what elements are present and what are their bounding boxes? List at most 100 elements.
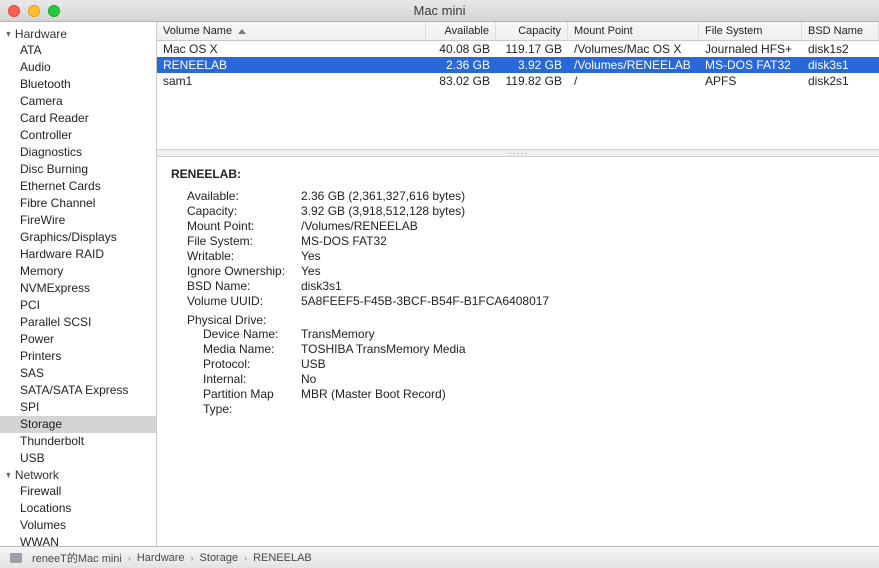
cell: MS-DOS FAT32 — [699, 57, 802, 73]
chevron-right-icon: › — [244, 553, 247, 563]
chevron-right-icon: › — [191, 553, 194, 563]
detail-value: MS-DOS FAT32 — [301, 234, 387, 249]
sidebar-item-printers[interactable]: Printers — [0, 348, 156, 365]
detail-key: Volume UUID: — [171, 294, 301, 309]
cell: 119.82 GB — [496, 73, 568, 89]
column-header-capacity[interactable]: Capacity — [496, 22, 568, 40]
detail-row: Internal:No — [171, 372, 865, 387]
computer-icon — [10, 553, 22, 563]
detail-value: MBR (Master Boot Record) — [301, 387, 446, 417]
chevron-right-icon: › — [128, 553, 131, 563]
table-row[interactable]: Mac OS X40.08 GB119.17 GB/Volumes/Mac OS… — [157, 41, 879, 57]
breadcrumb-item[interactable]: Storage — [200, 552, 239, 564]
cell: disk1s2 — [802, 41, 879, 57]
detail-key: Protocol: — [171, 357, 301, 372]
cell: disk2s1 — [802, 73, 879, 89]
detail-key: Media Name: — [171, 342, 301, 357]
sidebar-item-locations[interactable]: Locations — [0, 500, 156, 517]
physical-drive-label: Physical Drive: — [171, 313, 865, 327]
detail-value: TransMemory — [301, 327, 375, 342]
sidebar-item-storage[interactable]: Storage — [0, 416, 156, 433]
column-header-available[interactable]: Available — [426, 22, 496, 40]
cell: / — [568, 73, 699, 89]
sidebar-item-controller[interactable]: Controller — [0, 127, 156, 144]
cell: 119.17 GB — [496, 41, 568, 57]
sidebar-item-firewall[interactable]: Firewall — [0, 483, 156, 500]
detail-value: 5A8FEEF5-F45B-3BCF-B54F-B1FCA6408017 — [301, 294, 549, 309]
sidebar-item-wwan[interactable]: WWAN — [0, 534, 156, 546]
sidebar-item-volumes[interactable]: Volumes — [0, 517, 156, 534]
zoom-icon[interactable] — [48, 5, 60, 17]
breadcrumb-item[interactable]: RENEELAB — [253, 552, 312, 564]
detail-key: Ignore Ownership: — [171, 264, 301, 279]
cell: /Volumes/Mac OS X — [568, 41, 699, 57]
detail-row: File System:MS-DOS FAT32 — [171, 234, 865, 249]
sidebar-item-pci[interactable]: PCI — [0, 297, 156, 314]
detail-key: BSD Name: — [171, 279, 301, 294]
detail-value: No — [301, 372, 316, 387]
cell: Mac OS X — [157, 41, 426, 57]
detail-row: Writable:Yes — [171, 249, 865, 264]
sidebar-item-fibre-channel[interactable]: Fibre Channel — [0, 195, 156, 212]
column-header-mount-point[interactable]: Mount Point — [568, 22, 699, 40]
detail-key: Partition Map Type: — [171, 387, 301, 417]
sidebar-item-graphics-displays[interactable]: Graphics/Displays — [0, 229, 156, 246]
grip-icon — [508, 152, 528, 155]
sidebar-item-firewire[interactable]: FireWire — [0, 212, 156, 229]
sidebar-item-diagnostics[interactable]: Diagnostics — [0, 144, 156, 161]
volumes-table: Volume NameAvailableCapacityMount PointF… — [157, 22, 879, 149]
close-icon[interactable] — [8, 5, 20, 17]
detail-value: Yes — [301, 264, 321, 279]
sidebar-item-thunderbolt[interactable]: Thunderbolt — [0, 433, 156, 450]
detail-key: File System: — [171, 234, 301, 249]
sidebar-item-sata-sata-express[interactable]: SATA/SATA Express — [0, 382, 156, 399]
detail-row: Media Name:TOSHIBA TransMemory Media — [171, 342, 865, 357]
detail-value: 3.92 GB (3,918,512,128 bytes) — [301, 204, 465, 219]
sidebar-section-label: Network — [15, 468, 59, 482]
column-header-volume-name[interactable]: Volume Name — [157, 22, 426, 40]
table-row[interactable]: sam183.02 GB119.82 GB/APFSdisk2s1 — [157, 73, 879, 89]
column-header-file-system[interactable]: File System — [699, 22, 802, 40]
minimize-icon[interactable] — [28, 5, 40, 17]
sidebar-item-power[interactable]: Power — [0, 331, 156, 348]
detail-value: disk3s1 — [301, 279, 342, 294]
sidebar-item-audio[interactable]: Audio — [0, 59, 156, 76]
sidebar-item-camera[interactable]: Camera — [0, 93, 156, 110]
detail-row: Device Name:TransMemory — [171, 327, 865, 342]
sidebar: ▼HardwareATAAudioBluetoothCameraCard Rea… — [0, 22, 157, 546]
sidebar-item-disc-burning[interactable]: Disc Burning — [0, 161, 156, 178]
cell: 40.08 GB — [426, 41, 496, 57]
sidebar-item-nvmexpress[interactable]: NVMExpress — [0, 280, 156, 297]
table-row[interactable]: RENEELAB2.36 GB3.92 GB/Volumes/RENEELABM… — [157, 57, 879, 73]
window-title: Mac mini — [0, 3, 879, 18]
cell: APFS — [699, 73, 802, 89]
sidebar-item-memory[interactable]: Memory — [0, 263, 156, 280]
detail-pane: RENEELAB: Available:2.36 GB (2,361,327,6… — [157, 157, 879, 546]
detail-row: Ignore Ownership:Yes — [171, 264, 865, 279]
titlebar: Mac mini — [0, 0, 879, 22]
cell: 2.36 GB — [426, 57, 496, 73]
cell: sam1 — [157, 73, 426, 89]
detail-value: /Volumes/RENEELAB — [301, 219, 418, 234]
detail-key: Device Name: — [171, 327, 301, 342]
breadcrumb: reneeT的Mac mini › Hardware › Storage › RENEELA… — [0, 546, 879, 568]
breadcrumb-item[interactable]: Hardware — [137, 552, 185, 564]
sidebar-item-parallel-scsi[interactable]: Parallel SCSI — [0, 314, 156, 331]
sidebar-item-ata[interactable]: ATA — [0, 42, 156, 59]
sidebar-item-sas[interactable]: SAS — [0, 365, 156, 382]
sidebar-item-bluetooth[interactable]: Bluetooth — [0, 76, 156, 93]
sidebar-item-spi[interactable]: SPI — [0, 399, 156, 416]
sidebar-item-usb[interactable]: USB — [0, 450, 156, 467]
sidebar-item-hardware-raid[interactable]: Hardware RAID — [0, 246, 156, 263]
sidebar-item-ethernet-cards[interactable]: Ethernet Cards — [0, 178, 156, 195]
cell: 3.92 GB — [496, 57, 568, 73]
breadcrumb-item[interactable]: reneeT的Mac mini — [32, 550, 122, 566]
cell: /Volumes/RENEELAB — [568, 57, 699, 73]
sidebar-item-card-reader[interactable]: Card Reader — [0, 110, 156, 127]
sidebar-section-network[interactable]: ▼Network — [0, 467, 156, 483]
column-header-bsd-name[interactable]: BSD Name — [802, 22, 879, 40]
pane-splitter[interactable] — [157, 149, 879, 157]
detail-value: Yes — [301, 249, 321, 264]
detail-key: Available: — [171, 189, 301, 204]
sidebar-section-hardware[interactable]: ▼Hardware — [0, 26, 156, 42]
